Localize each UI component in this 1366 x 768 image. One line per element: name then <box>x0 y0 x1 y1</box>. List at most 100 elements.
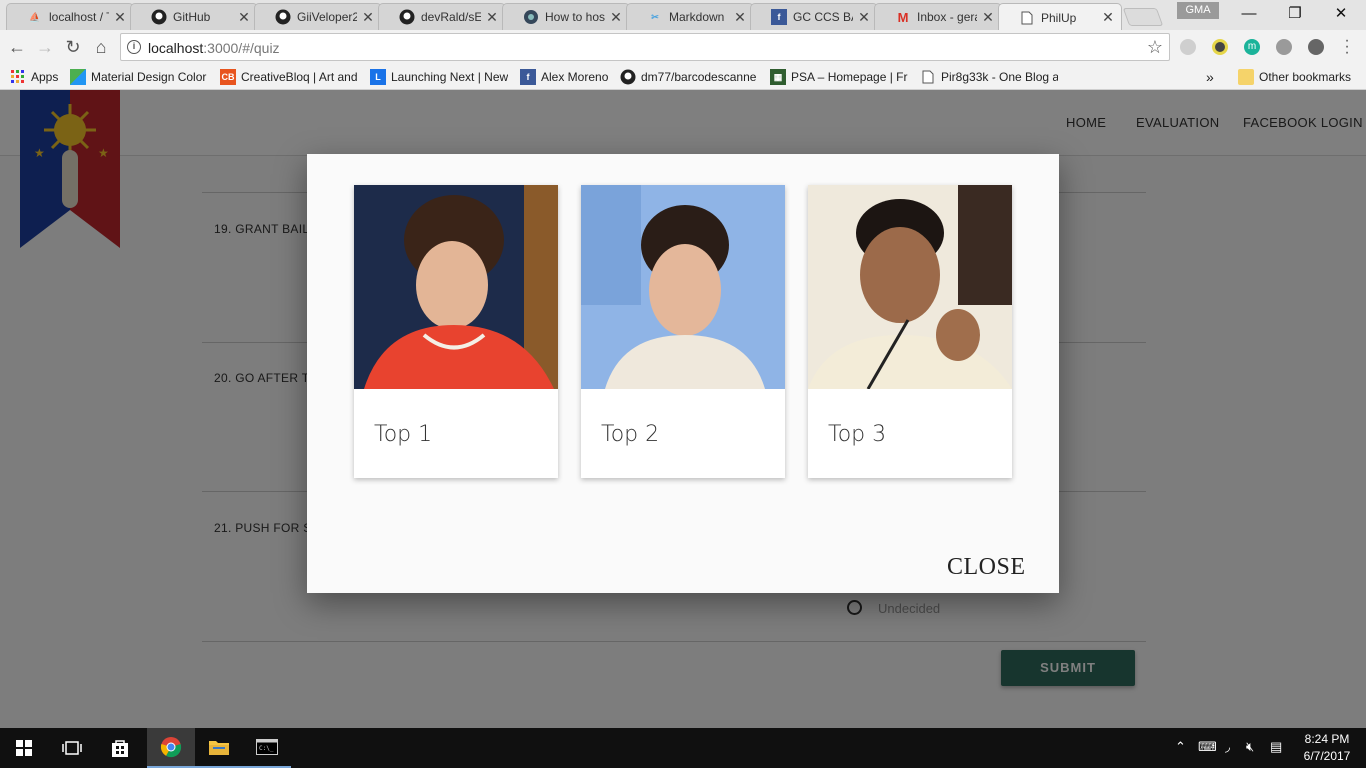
tab-title: Inbox - gera <box>917 10 977 24</box>
chrome-menu-icon[interactable]: · · · <box>1340 33 1354 61</box>
windows-start-icon[interactable] <box>0 728 48 768</box>
url-text[interactable]: localhost:3000/#/quiz <box>148 40 280 56</box>
bookmark-label: dm77/barcodescanne <box>641 70 757 84</box>
svg-text:C:\_: C:\_ <box>259 745 274 752</box>
profile-button[interactable]: GMA <box>1177 2 1219 19</box>
volume-muted-icon[interactable]: 🔇︎ <box>1246 739 1254 755</box>
candidate-photo-1 <box>354 185 558 389</box>
tab-how-to-host[interactable]: How to hos ✕ <box>502 3 630 30</box>
tab-philup[interactable]: PhilUp ✕ <box>998 3 1122 31</box>
creativebloq-icon: CB <box>220 69 236 85</box>
card-title: Top 3 <box>828 422 887 447</box>
action-center-icon[interactable]: ▤ <box>1270 739 1282 755</box>
tab-inbox[interactable]: M Inbox - gera ✕ <box>874 3 1002 30</box>
info-icon[interactable]: i <box>127 40 141 54</box>
extension-icon[interactable] <box>1180 39 1196 55</box>
close-tab-icon[interactable]: ✕ <box>113 9 127 26</box>
back-icon[interactable]: ← <box>6 36 28 58</box>
cloud-extension-icon[interactable] <box>1276 39 1292 55</box>
clock-date: 6/7/2017 <box>1303 749 1351 763</box>
wifi-icon[interactable]: ◞ <box>1225 739 1230 755</box>
tab-title: How to hos <box>545 10 605 24</box>
tab-markdown[interactable]: ✂ Markdown ✕ <box>626 3 754 30</box>
chrome-taskbar-icon[interactable] <box>147 728 195 768</box>
minimize-icon[interactable]: — <box>1226 0 1272 30</box>
close-tab-icon[interactable]: ✕ <box>981 9 995 26</box>
page-icon <box>1019 10 1035 26</box>
github-icon <box>620 69 636 85</box>
tab-gc-ccs[interactable]: f GC CCS BAT ✕ <box>750 3 878 30</box>
pma-icon: ⛵ <box>29 11 41 22</box>
page-icon <box>920 69 936 85</box>
tab-localhost[interactable]: ⛵ localhost / T ✕ <box>6 3 134 30</box>
system-clock[interactable]: 8:24 PM 6/7/2017 <box>1300 731 1354 765</box>
settings-extension-icon[interactable] <box>1308 39 1324 55</box>
file-explorer-icon[interactable] <box>195 728 243 768</box>
url-path: :3000/#/quiz <box>203 40 280 56</box>
browser-tab-strip: ⛵ localhost / T ✕ GitHub ✕ GiiVeloper2 ✕… <box>0 0 1366 31</box>
card-title: Top 2 <box>601 422 660 447</box>
reload-icon[interactable]: ↻ <box>62 36 84 58</box>
close-tab-icon[interactable]: ✕ <box>237 9 251 26</box>
new-tab-button[interactable] <box>1122 8 1164 26</box>
bookmark-alex-moreno[interactable]: f Alex Moreno <box>520 68 612 86</box>
close-tab-icon[interactable]: ✕ <box>361 9 375 26</box>
keyboard-language-icon[interactable]: ⌨ <box>1198 739 1217 755</box>
result-card-top-3[interactable]: Top 3 <box>808 185 1012 478</box>
github-icon <box>275 9 291 25</box>
bookmark-star-icon[interactable]: ☆ <box>1147 37 1163 58</box>
tray-chevron-up-icon[interactable]: ⌃ <box>1175 739 1186 755</box>
launching-next-icon: L <box>370 69 386 85</box>
apps-grid-icon <box>10 69 26 85</box>
result-card-top-1[interactable]: Top 1 <box>354 185 558 478</box>
bookmark-label: PSA – Homepage | Fre <box>791 70 908 84</box>
results-modal: Top 1 Top 2 Top 3 CLOSE <box>307 154 1059 593</box>
tab-github[interactable]: GitHub ✕ <box>130 3 258 30</box>
tab-title: PhilUp <box>1041 10 1077 25</box>
home-icon[interactable]: ⌂ <box>90 36 112 58</box>
m-extension-icon[interactable]: m <box>1244 39 1260 55</box>
close-tab-icon[interactable]: ✕ <box>857 9 871 26</box>
lightbulb-extension-icon[interactable] <box>1212 39 1228 55</box>
bookmark-label: CreativeBloq | Art and <box>241 70 358 84</box>
other-bookmarks[interactable]: Other bookmarks <box>1238 68 1358 86</box>
bookmarks-bar: Apps Material Design Color CB CreativeBl… <box>0 64 1366 90</box>
result-card-top-2[interactable]: Top 2 <box>581 185 785 478</box>
bookmark-label: Alex Moreno <box>541 70 609 84</box>
task-view-icon[interactable] <box>48 728 96 768</box>
address-bar[interactable]: i localhost:3000/#/quiz ☆ <box>120 33 1170 61</box>
bookmark-dm77[interactable]: dm77/barcodescanne <box>620 68 758 86</box>
forward-icon[interactable]: → <box>34 36 56 58</box>
close-tab-icon[interactable]: ✕ <box>485 9 499 26</box>
tab-title: devRald/sE <box>421 10 481 24</box>
terminal-icon[interactable]: C:\_ <box>243 728 291 768</box>
bookmark-launching-next[interactable]: L Launching Next | New <box>370 68 508 86</box>
bookmark-psa[interactable]: ▦ PSA – Homepage | Fre <box>770 68 908 86</box>
windows-taskbar: C:\_ ⌃ ⌨ ◞ 🔇︎ ▤ 8:24 PM 6/7/2017 <box>0 728 1366 768</box>
close-tab-icon[interactable]: ✕ <box>1101 9 1115 26</box>
tab-title: localhost / T <box>49 10 109 24</box>
bookmark-creativebloq[interactable]: CB CreativeBloq | Art and <box>220 68 358 86</box>
bookmarks-overflow-chevron[interactable]: » <box>1206 68 1220 86</box>
store-icon[interactable] <box>96 728 144 768</box>
restore-icon[interactable]: ❐ <box>1272 0 1318 30</box>
psa-icon: ▦ <box>770 69 786 85</box>
url-host: localhost <box>148 40 204 56</box>
bookmark-material-design[interactable]: Material Design Color <box>70 68 208 86</box>
clock-time: 8:24 PM <box>1304 732 1350 746</box>
page-content: HOME EVALUATION FACEBOOK LOGIN ★ ★ 19. G… <box>0 90 1366 728</box>
tab-devrald[interactable]: devRald/sE ✕ <box>378 3 506 30</box>
close-button[interactable]: CLOSE <box>947 554 1026 581</box>
tab-title: GiiVeloper2 <box>297 10 357 24</box>
close-tab-icon[interactable]: ✕ <box>733 9 747 26</box>
bookmark-apps[interactable]: Apps <box>10 68 62 86</box>
close-tab-icon[interactable]: ✕ <box>609 9 623 26</box>
tab-title: GitHub <box>173 10 211 24</box>
tab-giiveloper[interactable]: GiiVeloper2 ✕ <box>254 3 382 30</box>
facebook-icon: f <box>771 9 787 25</box>
card-title: Top 1 <box>374 422 433 447</box>
close-window-icon[interactable]: ✕ <box>1318 0 1364 30</box>
bookmark-label: Material Design Color <box>91 70 207 84</box>
bookmark-pir8g33k[interactable]: Pir8g33k - One Blog a <box>920 68 1058 86</box>
bookmark-label: Launching Next | New <box>391 70 508 84</box>
